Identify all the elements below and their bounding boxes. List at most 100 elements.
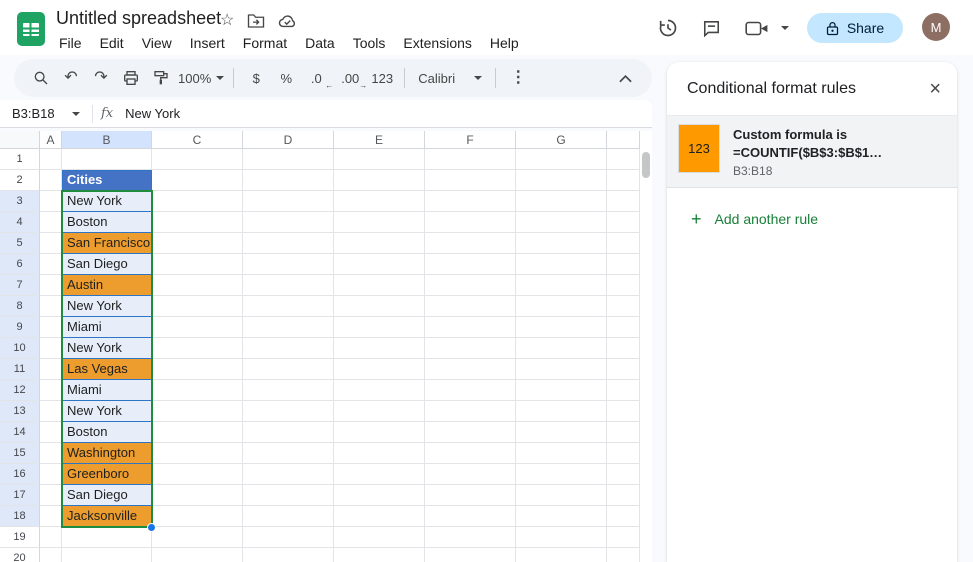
grid-cell-G5[interactable] <box>516 233 607 254</box>
redo-icon[interactable]: ↷ <box>88 65 114 91</box>
grid-cell-H11[interactable] <box>607 359 640 380</box>
grid-cell-C2[interactable] <box>152 170 243 191</box>
grid-cell-F1[interactable] <box>425 149 516 170</box>
grid-cell-A5[interactable] <box>40 233 62 254</box>
paint-format-icon[interactable] <box>148 65 174 91</box>
grid-cell-D19[interactable] <box>243 527 334 548</box>
grid-cell-G14[interactable] <box>516 422 607 443</box>
account-avatar[interactable]: M <box>922 13 950 41</box>
more-options-icon[interactable]: ⋮ <box>505 65 531 91</box>
grid-cell-H18[interactable] <box>607 506 640 527</box>
grid-cell-A6[interactable] <box>40 254 62 275</box>
grid-cell-G11[interactable] <box>516 359 607 380</box>
grid-cell-G8[interactable] <box>516 296 607 317</box>
grid-cell-F3[interactable] <box>425 191 516 212</box>
grid-cell-H6[interactable] <box>607 254 640 275</box>
row-header-15[interactable]: 15 <box>0 443 40 464</box>
grid-cell-G15[interactable] <box>516 443 607 464</box>
decrease-decimal-button[interactable]: .0 ← <box>303 65 329 91</box>
sheets-logo-icon[interactable] <box>16 11 46 47</box>
grid-cell-G18[interactable] <box>516 506 607 527</box>
grid-cell-D6[interactable] <box>243 254 334 275</box>
grid-cell-F6[interactable] <box>425 254 516 275</box>
grid-cell-H2[interactable] <box>607 170 640 191</box>
menu-item-format[interactable]: Format <box>234 32 296 54</box>
row-header-8[interactable]: 8 <box>0 296 40 317</box>
grid-cell-F5[interactable] <box>425 233 516 254</box>
grid-cell-A9[interactable] <box>40 317 62 338</box>
grid-cell-B19[interactable] <box>62 527 152 548</box>
comments-icon[interactable] <box>702 19 721 38</box>
grid-cell-E20[interactable] <box>334 548 425 562</box>
grid-cell-E11[interactable] <box>334 359 425 380</box>
grid-cell-E4[interactable] <box>334 212 425 233</box>
grid-cell-H1[interactable] <box>607 149 640 170</box>
grid-cell-B10[interactable]: New York <box>62 338 152 359</box>
grid-cell-A15[interactable] <box>40 443 62 464</box>
grid-cell-E3[interactable] <box>334 191 425 212</box>
column-header-A[interactable]: A <box>40 131 62 149</box>
grid-cell-C20[interactable] <box>152 548 243 562</box>
star-icon[interactable]: ☆ <box>220 13 234 29</box>
grid-cell-C4[interactable] <box>152 212 243 233</box>
grid-cell-E8[interactable] <box>334 296 425 317</box>
grid-cell-C12[interactable] <box>152 380 243 401</box>
grid-cell-F13[interactable] <box>425 401 516 422</box>
grid-cell-D10[interactable] <box>243 338 334 359</box>
grid-cell-E16[interactable] <box>334 464 425 485</box>
grid-cell-F9[interactable] <box>425 317 516 338</box>
grid-cell-B18[interactable]: Jacksonville <box>62 506 152 527</box>
grid-cell-H3[interactable] <box>607 191 640 212</box>
grid-cell-C17[interactable] <box>152 485 243 506</box>
grid-cell-F12[interactable] <box>425 380 516 401</box>
grid-cell-H14[interactable] <box>607 422 640 443</box>
grid-cell-E6[interactable] <box>334 254 425 275</box>
share-button[interactable]: Share <box>807 13 903 43</box>
grid-cell-G20[interactable] <box>516 548 607 562</box>
row-header-5[interactable]: 5 <box>0 233 40 254</box>
zoom-select[interactable]: 100% <box>178 65 224 91</box>
grid-cell-A13[interactable] <box>40 401 62 422</box>
grid-cell-G9[interactable] <box>516 317 607 338</box>
row-header-13[interactable]: 13 <box>0 401 40 422</box>
grid-cell-C19[interactable] <box>152 527 243 548</box>
grid-cell-E1[interactable] <box>334 149 425 170</box>
grid-cell-G16[interactable] <box>516 464 607 485</box>
grid-cell-A19[interactable] <box>40 527 62 548</box>
grid-cell-D3[interactable] <box>243 191 334 212</box>
grid-cell-B4[interactable]: Boston <box>62 212 152 233</box>
grid-cell-A18[interactable] <box>40 506 62 527</box>
video-call-dropdown-caret-icon[interactable] <box>781 26 789 30</box>
row-header-16[interactable]: 16 <box>0 464 40 485</box>
grid-cell-D1[interactable] <box>243 149 334 170</box>
vertical-scrollbar[interactable] <box>642 152 650 178</box>
grid-cell-C8[interactable] <box>152 296 243 317</box>
row-header-20[interactable]: 20 <box>0 548 40 562</box>
font-select[interactable]: Calibri <box>414 65 486 91</box>
grid-cell-D18[interactable] <box>243 506 334 527</box>
menu-item-tools[interactable]: Tools <box>344 32 395 54</box>
grid-cell-A1[interactable] <box>40 149 62 170</box>
grid-cell-A2[interactable] <box>40 170 62 191</box>
grid-cell-H15[interactable] <box>607 443 640 464</box>
row-header-10[interactable]: 10 <box>0 338 40 359</box>
name-box[interactable]: B3:B18 <box>0 106 72 121</box>
column-header-D[interactable]: D <box>243 131 334 149</box>
grid-cell-G13[interactable] <box>516 401 607 422</box>
grid-cell-G2[interactable] <box>516 170 607 191</box>
grid-cell-A14[interactable] <box>40 422 62 443</box>
menu-item-help[interactable]: Help <box>481 32 528 54</box>
grid-cell-A7[interactable] <box>40 275 62 296</box>
print-icon[interactable] <box>118 65 144 91</box>
grid-cell-D9[interactable] <box>243 317 334 338</box>
grid-cell-C5[interactable] <box>152 233 243 254</box>
grid-cell-H5[interactable] <box>607 233 640 254</box>
grid-cell-D20[interactable] <box>243 548 334 562</box>
column-header-B[interactable]: B <box>62 131 152 149</box>
grid-cell-F20[interactable] <box>425 548 516 562</box>
move-folder-icon[interactable] <box>247 13 265 29</box>
grid-cell-F2[interactable] <box>425 170 516 191</box>
grid-cell-A10[interactable] <box>40 338 62 359</box>
grid-cell-B13[interactable]: New York <box>62 401 152 422</box>
grid-cell-A17[interactable] <box>40 485 62 506</box>
